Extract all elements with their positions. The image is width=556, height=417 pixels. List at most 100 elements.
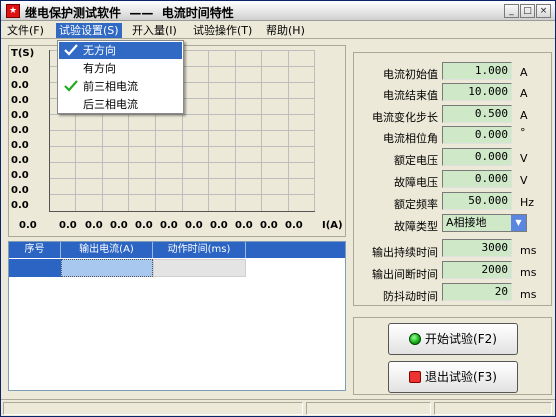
column-header-output-current[interactable]: 输出电流(A) (61, 242, 153, 258)
dropdown-item-label: 无方向 (83, 44, 116, 57)
table-row[interactable] (9, 258, 345, 278)
y-tick-label: 0.0 (11, 155, 29, 166)
x-tick-label: 0.0 (135, 220, 153, 231)
timing-unit: ms (520, 244, 537, 257)
fault-type-select[interactable]: A相接地 ▼ (442, 214, 527, 232)
test-settings-dropdown: 无方向 有方向 前三相电流 后三相电流 (57, 40, 184, 114)
timing-label: 输出持续时间 (372, 246, 438, 259)
dropdown-item-rear-three-phase[interactable]: 后三相电流 (59, 96, 182, 113)
menu-test-settings[interactable]: 试验设置(S) (56, 23, 122, 38)
chart-x-axis-label: I(A) (322, 220, 343, 231)
start-icon (409, 333, 422, 345)
stop-icon (409, 371, 422, 383)
rated-voltage-input[interactable]: 0.000 (442, 148, 512, 166)
table-header: 序号 输出电流(A) 动作时间(ms) (9, 242, 345, 258)
y-tick-label: 0.0 (11, 110, 29, 121)
start-test-label: 开始试验(F2) (425, 332, 497, 346)
exit-test-label: 退出试验(F3) (425, 370, 497, 384)
rated-frequency-input[interactable]: 50.000 (442, 192, 512, 210)
x-tick-label: 0.0 (285, 220, 303, 231)
fault-voltage-input[interactable]: 0.000 (442, 170, 512, 188)
column-header-index[interactable]: 序号 (9, 242, 61, 258)
timing-label: 输出间断时间 (372, 268, 438, 281)
y-tick-label: 0.0 (11, 200, 29, 211)
timing-unit: ms (520, 288, 537, 301)
menu-bar: 文件(F) 试验设置(S) 开入量(I) 试验操作(T) 帮助(H) (1, 21, 555, 39)
exit-test-button[interactable]: 退出试验(F3) (388, 361, 518, 393)
timing-label: 防抖动时间 (383, 290, 438, 303)
column-header-action-time[interactable]: 动作时间(ms) (153, 242, 246, 258)
x-tick-label: 0.0 (210, 220, 228, 231)
y-tick-label: 0.0 (11, 80, 29, 91)
menu-binary-input[interactable]: 开入量(I) (129, 23, 180, 38)
chart-y-axis-label: T(S) (11, 48, 35, 59)
timing-unit: ms (520, 266, 537, 279)
x-tick-label: 0.0 (110, 220, 128, 231)
x-tick-label: 0.0 (85, 220, 103, 231)
x-tick-label: 0.0 (260, 220, 278, 231)
chart-origin-label: 0.0 (19, 220, 37, 231)
menu-help[interactable]: 帮助(H) (263, 23, 308, 38)
check-icon (64, 80, 78, 92)
dropdown-item-label: 前三相电流 (83, 80, 138, 93)
param-unit: A (520, 66, 528, 79)
param-label: 故障电压 (394, 176, 438, 189)
dropdown-item-label: 后三相电流 (83, 98, 138, 111)
output-duration-input[interactable]: 3000 (442, 239, 512, 257)
table-cell-action-time[interactable] (153, 259, 246, 277)
y-tick-label: 0.0 (11, 140, 29, 151)
y-tick-label: 0.0 (11, 65, 29, 76)
dropdown-item-label: 有方向 (83, 62, 116, 75)
status-segment (306, 402, 431, 415)
dropdown-item-front-three-phase[interactable]: 前三相电流 (59, 78, 182, 95)
status-segment (434, 402, 552, 415)
fault-type-value: A相接地 (446, 216, 487, 229)
param-label: 额定频率 (394, 198, 438, 211)
results-table[interactable]: 序号 输出电流(A) 动作时间(ms) (8, 241, 346, 391)
param-unit: V (520, 152, 528, 165)
output-interval-input[interactable]: 2000 (442, 261, 512, 279)
dropdown-item-no-direction[interactable]: 无方向 (59, 42, 182, 59)
menu-file[interactable]: 文件(F) (4, 23, 47, 38)
app-window: ★ 继电保护测试软件 —— 电流时间特性 _ □ × 文件(F) 试验设置(S)… (0, 0, 556, 417)
param-label: 电流结束值 (383, 89, 438, 102)
param-unit: ° (520, 126, 526, 139)
window-title: 继电保护测试软件 —— 电流时间特性 (25, 6, 234, 20)
x-tick-label: 0.0 (160, 220, 178, 231)
param-label: 额定电压 (394, 154, 438, 167)
parameters-panel: 电流初始值 1.000 A 电流结束值 10.000 A 电流变化步长 0.50… (353, 52, 552, 306)
x-tick-label: 0.0 (185, 220, 203, 231)
x-tick-label: 0.0 (59, 220, 77, 231)
param-label: 电流变化步长 (372, 111, 438, 124)
maximize-button[interactable]: □ (520, 4, 535, 18)
y-tick-label: 0.0 (11, 170, 29, 181)
table-cell-output-current[interactable] (61, 259, 153, 277)
param-unit: Hz (520, 196, 535, 209)
param-label: 电流初始值 (383, 68, 438, 81)
debounce-time-input[interactable]: 20 (442, 283, 512, 301)
actions-panel: 开始试验(F2) 退出试验(F3) (353, 317, 552, 395)
start-test-button[interactable]: 开始试验(F2) (388, 323, 518, 355)
table-cell-index[interactable] (9, 259, 61, 277)
dropdown-item-directional[interactable]: 有方向 (59, 60, 182, 77)
status-segment (3, 402, 303, 415)
param-label: 电流相位角 (383, 132, 438, 145)
title-bar[interactable]: ★ 继电保护测试软件 —— 电流时间特性 _ □ × (1, 1, 555, 21)
menu-test-operation[interactable]: 试验操作(T) (190, 23, 255, 38)
current-end-input[interactable]: 10.000 (442, 83, 512, 101)
y-tick-label: 0.0 (11, 125, 29, 136)
param-unit: A (520, 87, 528, 100)
y-tick-label: 0.0 (11, 185, 29, 196)
app-logo-icon: ★ (6, 4, 20, 18)
current-phase-input[interactable]: 0.000 (442, 126, 512, 144)
current-start-input[interactable]: 1.000 (442, 62, 512, 80)
close-button[interactable]: × (536, 4, 551, 18)
status-bar (1, 399, 555, 416)
check-icon (64, 44, 78, 56)
chevron-down-icon[interactable]: ▼ (511, 215, 526, 231)
minimize-button[interactable]: _ (504, 4, 519, 18)
x-tick-label: 0.0 (235, 220, 253, 231)
current-step-input[interactable]: 0.500 (442, 105, 512, 123)
y-tick-label: 0.0 (11, 95, 29, 106)
param-unit: A (520, 109, 528, 122)
